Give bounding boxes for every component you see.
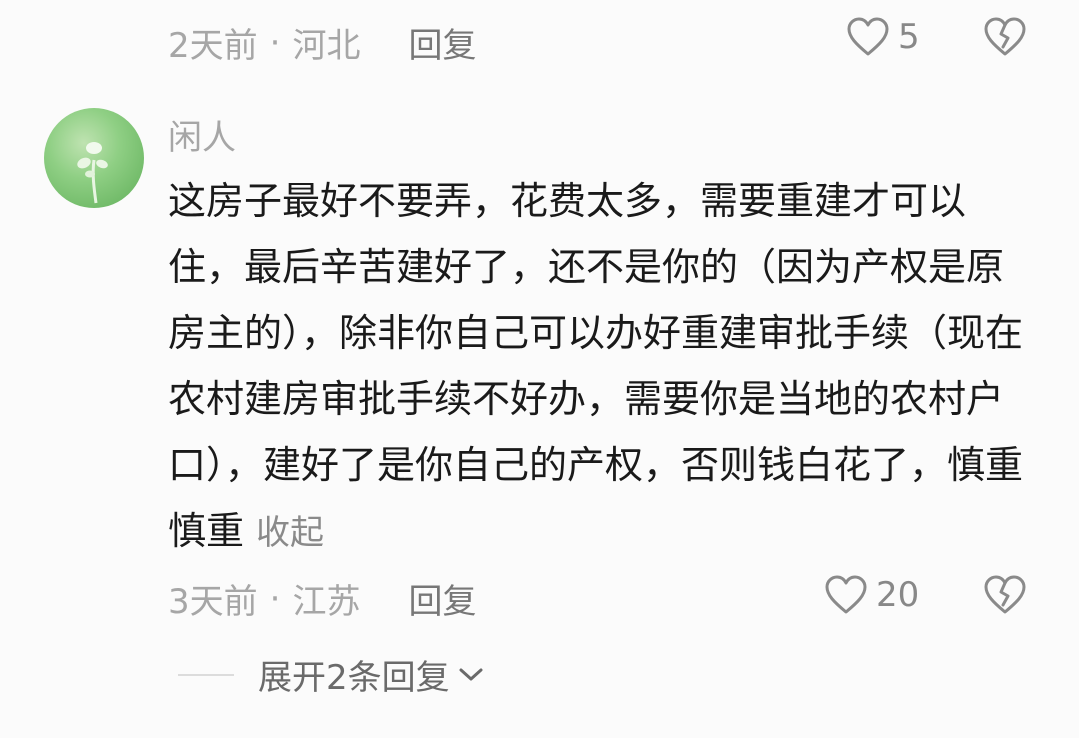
prev-comment-time: 2天前	[168, 26, 258, 66]
comment-like-button[interactable]: 20	[824, 574, 919, 616]
heart-outline-icon	[824, 574, 868, 616]
comment-time: 3天前	[168, 582, 258, 622]
broken-heart-icon	[983, 575, 1027, 620]
expand-replies-label: 展开2条回复	[258, 658, 450, 698]
meta-separator: ·	[269, 578, 281, 619]
comment-like-count: 20	[876, 575, 920, 615]
prev-comment-dislike-button[interactable]	[983, 16, 1027, 62]
comment-reply-button[interactable]: 回复	[408, 574, 476, 623]
user-avatar[interactable]	[44, 108, 144, 208]
heart-outline-icon	[846, 16, 890, 58]
broken-heart-icon	[983, 17, 1027, 62]
prev-comment-reply-button[interactable]: 回复	[408, 18, 476, 67]
comment-meta: 3天前 · 江苏 回复	[168, 574, 476, 623]
divider-line	[178, 673, 234, 676]
plant-sprout-icon	[77, 142, 108, 204]
prev-comment-meta: 2天前 · 河北 回复	[168, 18, 476, 67]
collapse-link[interactable]: 收起	[256, 513, 324, 553]
meta-separator: ·	[269, 22, 281, 63]
prev-comment-like-count: 5	[898, 17, 920, 57]
chevron-down-icon	[450, 655, 486, 695]
prev-comment-location: 河北	[292, 26, 361, 66]
prev-comment-like-button[interactable]: 5	[846, 16, 920, 58]
expand-replies-button[interactable]: 展开2条回复	[178, 650, 486, 699]
comment-username[interactable]: 闲人	[168, 110, 236, 159]
comment-dislike-button[interactable]	[983, 574, 1027, 620]
comment-text-block: 这房子最好不要弄，花费太多，需要重建才可以住，最后辛苦建好了，还不是你的（因为产…	[168, 168, 1038, 566]
comment-text: 这房子最好不要弄，花费太多，需要重建才可以住，最后辛苦建好了，还不是你的（因为产…	[168, 179, 1024, 553]
comment-location: 江苏	[292, 582, 361, 622]
